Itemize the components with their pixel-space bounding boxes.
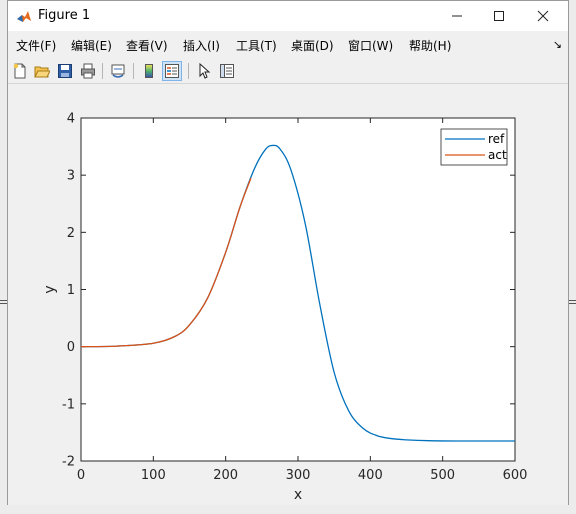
y-tick-label: 0 — [67, 340, 75, 355]
maximize-button[interactable] — [476, 1, 522, 31]
y-tick-label: -2 — [62, 455, 75, 470]
toolbar-separator — [102, 63, 103, 79]
property-inspector-button[interactable] — [217, 61, 237, 81]
menu-insert[interactable]: 插入(I) — [183, 37, 220, 54]
x-tick-label: 200 — [213, 468, 238, 483]
menu-edit[interactable]: 编辑(E) — [71, 37, 112, 54]
menu-bar: 文件(F) 编辑(E) 查看(V) 插入(I) 工具(T) 桌面(D) 窗口(W… — [8, 33, 568, 55]
x-tick-label: 500 — [430, 468, 455, 483]
save-button[interactable] — [55, 61, 75, 81]
plot-svg: 0 100 200 300 400 500 600 -2 -1 0 1 2 3 4 x y ref act — [42, 112, 528, 504]
menu-help[interactable]: 帮助(H) — [409, 37, 451, 54]
menu-desktop[interactable]: 桌面(D) — [291, 37, 334, 54]
y-axis-label: y — [42, 285, 58, 293]
property-inspector-icon — [220, 64, 234, 78]
close-icon — [537, 10, 549, 22]
x-tick-label: 100 — [141, 468, 166, 483]
maximize-icon — [494, 11, 504, 21]
select-arrow-button[interactable] — [194, 61, 214, 81]
legend-icon — [165, 64, 179, 78]
new-figure-button[interactable] — [10, 61, 30, 81]
toolbar-separator — [188, 63, 189, 79]
x-tick-label: 300 — [286, 468, 311, 483]
background-rule-right — [568, 300, 576, 304]
y-tick-label: 2 — [67, 226, 75, 241]
figure-canvas: 0 100 200 300 400 500 600 -2 -1 0 1 2 3 4 x y ref act — [8, 85, 568, 505]
minimize-icon — [452, 15, 462, 17]
select-arrow-icon — [199, 63, 211, 79]
print-button[interactable] — [78, 61, 98, 81]
menu-view[interactable]: 查看(V) — [126, 37, 168, 54]
title-bar: Figure 1 — [8, 1, 568, 31]
legend-button[interactable] — [162, 61, 182, 81]
figure-toolbar — [8, 59, 568, 84]
y-tick-label: 3 — [67, 169, 75, 184]
legend-entry-ref: ref — [488, 132, 505, 146]
new-figure-icon — [13, 63, 26, 79]
open-file-button[interactable] — [32, 61, 52, 81]
open-file-icon — [34, 66, 50, 78]
toolbar-separator — [133, 63, 134, 79]
minimize-button[interactable] — [434, 1, 480, 31]
x-tick-label: 400 — [358, 468, 383, 483]
save-icon — [58, 64, 72, 78]
y-tick-label: 4 — [67, 112, 75, 127]
figure-window: Figure 1 文件(F) 编辑(E) 查看(V) 插入(I) 工具(T) 桌… — [7, 0, 569, 505]
x-tick-label: 600 — [503, 468, 528, 483]
menu-overflow-icon[interactable]: ↘ — [553, 38, 562, 51]
close-button[interactable] — [520, 1, 566, 31]
link-plot-button[interactable] — [108, 61, 128, 81]
y-tick-label: -1 — [62, 397, 75, 412]
colorbar-button[interactable] — [139, 61, 159, 81]
menu-file[interactable]: 文件(F) — [16, 37, 56, 54]
x-axis-label: x — [294, 487, 302, 503]
legend: ref act — [440, 128, 508, 166]
menu-window[interactable]: 窗口(W) — [348, 37, 393, 54]
x-tick-label: 0 — [77, 468, 85, 483]
legend-entry-act: act — [488, 148, 507, 162]
window-title: Figure 1 — [38, 8, 91, 23]
colorbar-icon — [145, 64, 153, 78]
menu-tools[interactable]: 工具(T) — [236, 37, 277, 54]
matlab-logo-icon — [17, 11, 31, 22]
axes-box — [80, 117, 516, 462]
print-icon — [81, 63, 95, 79]
link-plot-icon — [111, 64, 125, 78]
y-tick-label: 1 — [67, 283, 75, 298]
